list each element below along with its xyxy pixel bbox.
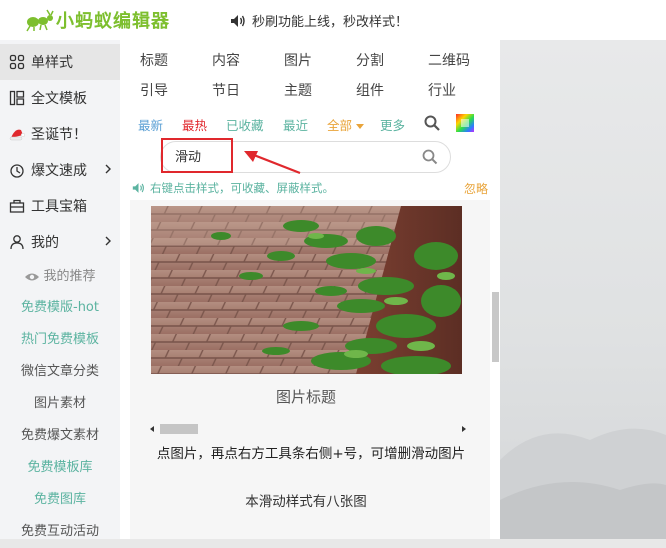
sidebar-item-toolbox[interactable]: 工具宝箱	[0, 188, 120, 224]
speaker-icon	[231, 14, 245, 27]
category-guide[interactable]: 引导	[140, 80, 168, 100]
sidebar-item-full-template[interactable]: 全文模板	[0, 80, 120, 116]
chevron-right-icon	[105, 236, 111, 246]
sidebar-subitem-label: 图片素材	[33, 396, 86, 411]
category-festival[interactable]: 节日	[212, 80, 240, 100]
filter-hottest[interactable]: 最热	[182, 115, 207, 134]
sidebar-subitem-label: 免费模板库	[27, 460, 93, 475]
announcement[interactable]: 秒刷功能上线，秒改样式！	[230, 11, 408, 30]
sidebar-item-label: 单样式	[31, 55, 73, 71]
ink-landscape-background	[500, 428, 666, 539]
preview-image[interactable]	[151, 206, 462, 374]
category-title[interactable]: 标题	[140, 50, 168, 70]
sidebar-item-label: 工具宝箱	[31, 199, 87, 215]
brick-path-ivy-image	[151, 206, 462, 374]
sidebar-subitem-label: 免费模版-hot	[21, 300, 99, 315]
style-panel: 标题 内容 图片 分割 二维码 引导 节日 主题 组件 行业 最新 最热 已收藏…	[120, 40, 500, 539]
sidebar-subitem-my-recommend[interactable]: 我的推荐	[0, 261, 120, 293]
category-industry[interactable]: 行业	[428, 80, 456, 100]
search-highlight-box	[161, 138, 233, 173]
sidebar-item-mine[interactable]: 我的	[0, 224, 120, 260]
sidebar-subitem-hot-free-template[interactable]: 热门免费模板	[0, 324, 120, 356]
filter-all-label: 全部	[327, 118, 353, 133]
sidebar-subitem-image-assets[interactable]: 图片素材	[0, 388, 120, 420]
sidebar-subitem-label: 我的推荐	[43, 269, 96, 284]
sidebar-subitem-wechat-category[interactable]: 微信文章分类	[0, 356, 120, 388]
sidebar-subitem-label: 免费互动活动	[20, 524, 99, 539]
eye-icon	[25, 273, 40, 280]
sidebar-subitem-free-activity[interactable]: 免费互动活动	[0, 516, 120, 548]
sidebar-subitem-label: 微信文章分类	[20, 364, 99, 379]
fire-icon	[10, 164, 24, 178]
filter-latest[interactable]: 最新	[138, 115, 163, 134]
search-submit-icon[interactable]	[422, 149, 438, 165]
horizontal-scrollbar[interactable]	[148, 423, 470, 435]
santa-hat-icon	[9, 129, 25, 141]
filter-favorited[interactable]: 已收藏	[226, 115, 264, 134]
sidebar-subitem-free-viral-assets[interactable]: 免费爆文素材	[0, 420, 120, 452]
caret-down-icon	[356, 123, 364, 129]
grid-icon	[9, 54, 25, 70]
sidebar-item-label: 我的	[31, 235, 59, 251]
preview-description: 点图片，再点右方工具条右侧+号，可增删滑动图片	[156, 446, 466, 462]
preview-description-2: 本滑动样式有八张图	[245, 494, 367, 510]
sidebar-item-single-style[interactable]: 单样式	[0, 44, 120, 80]
panel-vertical-scrollbar[interactable]	[492, 292, 499, 362]
image-caption: 图片标题	[275, 388, 336, 406]
sidebar-item-label: 全文模板	[31, 91, 87, 107]
logo-text: 小蚂蚁编辑器	[56, 11, 170, 32]
announcement-text: 秒刷功能上线，秒改样式！	[252, 15, 409, 30]
tip-text: 右键点击样式，可收藏、屏蔽样式。	[150, 181, 334, 195]
style-preview[interactable]: 图片标题 点图片，再点右方工具条右侧+号，可增删滑动图片 本滑动样式有八张图	[130, 200, 490, 539]
sidebar-subitem-label: 免费爆文素材	[20, 428, 99, 443]
top-bar: 小蚂蚁编辑器 秒刷功能上线，秒改样式！	[0, 0, 666, 40]
sidebar-item-viral[interactable]: 爆文速成	[0, 152, 120, 188]
chevron-right-icon	[105, 164, 111, 174]
template-icon	[9, 90, 25, 106]
filter-more[interactable]: 更多	[380, 115, 405, 134]
filter-recent[interactable]: 最近	[283, 115, 308, 134]
ant-logo-icon	[26, 9, 54, 32]
logo[interactable]: 小蚂蚁编辑器	[24, 8, 170, 32]
user-icon	[10, 235, 24, 250]
sidebar-subitem-label: 热门免费模板	[20, 332, 99, 347]
sidebar-subitem-free-template-lib[interactable]: 免费模板库	[0, 452, 120, 484]
sidebar-subitem-free-gallery[interactable]: 免费图库	[0, 484, 120, 516]
sidebar-subitem-label: 免费图库	[33, 492, 86, 507]
sidebar: 单样式 全文模板 圣诞节！ 爆文速成 工具宝箱 我的 我的推荐 免费模版-hot…	[0, 40, 120, 539]
sidebar-subitem-free-hot[interactable]: 免费模版-hot	[0, 292, 120, 324]
editor-background	[500, 40, 666, 539]
search-icon[interactable]	[424, 115, 440, 131]
category-qrcode[interactable]: 二维码	[428, 50, 470, 70]
sidebar-item-label: 圣诞节！	[31, 127, 87, 143]
sidebar-item-christmas[interactable]: 圣诞节！	[0, 116, 120, 152]
category-component[interactable]: 组件	[356, 80, 384, 100]
sidebar-item-label: 爆文速成	[31, 163, 87, 179]
toolbox-icon	[9, 199, 25, 213]
category-theme[interactable]: 主题	[284, 80, 312, 100]
filter-all[interactable]: 全部	[327, 115, 364, 134]
color-palette-icon[interactable]	[456, 114, 474, 132]
tip-bar: 右键点击样式，可收藏、屏蔽样式。	[132, 180, 334, 196]
category-divider[interactable]: 分割	[356, 50, 384, 70]
category-content[interactable]: 内容	[212, 50, 240, 70]
speaker-icon	[132, 183, 144, 193]
ignore-tip-button[interactable]: 忽略	[464, 180, 488, 197]
scrollbar-thumb	[160, 424, 198, 434]
category-image[interactable]: 图片	[284, 50, 312, 70]
